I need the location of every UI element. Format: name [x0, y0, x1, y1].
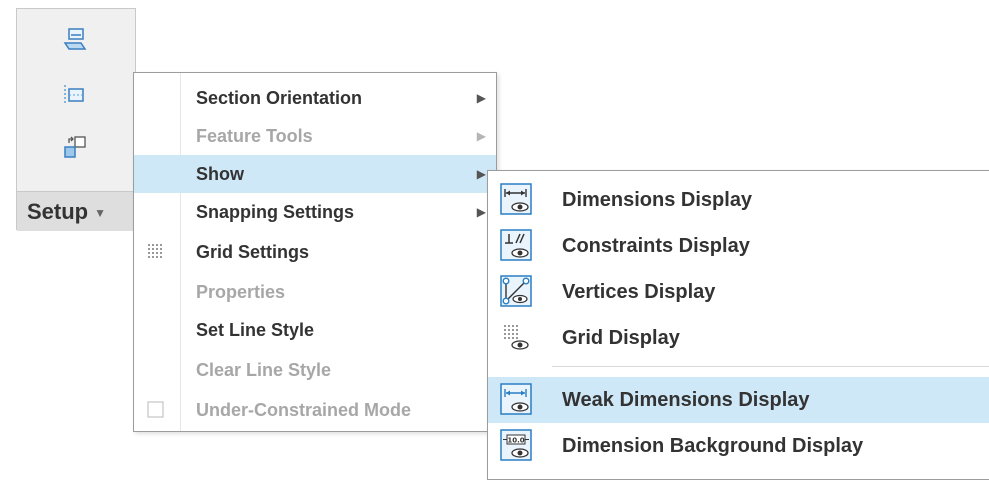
- sketch-view-icon: [64, 85, 84, 105]
- menu-item-label: Clear Line Style: [196, 359, 332, 380]
- sketch-plane-button[interactable]: [57, 21, 93, 57]
- menu-item-label: Feature Tools: [196, 125, 313, 146]
- setup-group-button[interactable]: Setup ▼: [17, 191, 135, 231]
- dimension-background-display-icon: 10.0: [500, 429, 532, 466]
- submenu-item-label: Dimensions Display: [562, 188, 753, 211]
- submenu-arrow-icon: ▶: [476, 129, 486, 143]
- submenu-item-dimension-background-display[interactable]: 10.0 Dimension Background Display: [488, 423, 989, 469]
- menu-item-label: Properties: [196, 281, 286, 302]
- svg-text:10.0: 10.0: [507, 437, 524, 445]
- ribbon-group-setup: Setup ▼: [16, 8, 136, 231]
- sketch-view-button[interactable]: [57, 77, 93, 113]
- menu-item-label: Set Line Style: [196, 319, 315, 340]
- sketch-plane-icon: [63, 28, 87, 50]
- submenu-item-label: Constraints Display: [562, 234, 750, 257]
- menu-item-label: Snapping Settings: [196, 201, 355, 222]
- grid-display-icon: [500, 321, 532, 358]
- menu-item-show[interactable]: Show ▶: [134, 155, 496, 193]
- grid-dots-icon: [147, 243, 165, 266]
- submenu-item-label: Grid Display: [562, 326, 680, 349]
- submenu-item-label: Vertices Display: [562, 280, 716, 303]
- menu-item-feature-tools: Feature Tools ▶: [134, 117, 496, 155]
- menu-item-grid-settings[interactable]: Grid Settings: [134, 233, 496, 271]
- submenu-item-label: Weak Dimensions Display: [562, 388, 810, 411]
- submenu-item-grid-display[interactable]: Grid Display: [488, 315, 989, 361]
- menu-item-label: Under-Constrained Mode: [196, 399, 412, 420]
- submenu-arrow-icon: ▶: [476, 205, 486, 219]
- menu-item-clear-line-style: Clear Line Style: [134, 351, 496, 389]
- submenu-item-label: Dimension Background Display: [562, 434, 864, 457]
- submenu-item-vertices-display[interactable]: Vertices Display: [488, 269, 989, 315]
- menu-item-label: Show: [196, 163, 244, 184]
- reference-button[interactable]: [57, 129, 93, 165]
- submenu-separator: [552, 366, 989, 367]
- show-submenu: Dimensions Display Constraints Display V…: [487, 170, 989, 480]
- constraints-display-icon: [500, 229, 532, 266]
- menu-item-set-line-style[interactable]: Set Line Style: [134, 311, 496, 349]
- submenu-item-constraints-display[interactable]: Constraints Display: [488, 223, 989, 269]
- chevron-down-icon: ▼: [94, 205, 107, 220]
- checkbox-icon: [147, 401, 165, 424]
- submenu-item-weak-dimensions-display[interactable]: Weak Dimensions Display: [488, 377, 989, 423]
- menu-item-under-constrained-mode: Under-Constrained Mode: [134, 391, 496, 429]
- submenu-item-dimensions-display[interactable]: Dimensions Display: [488, 177, 989, 223]
- menu-item-section-orientation[interactable]: Section Orientation ▶: [134, 79, 496, 117]
- vertices-display-icon: [500, 275, 532, 312]
- weak-dimensions-display-icon: [500, 383, 532, 420]
- submenu-arrow-icon: ▶: [476, 167, 486, 181]
- submenu-arrow-icon: ▶: [476, 91, 486, 105]
- reference-icon: [64, 136, 86, 158]
- menu-item-label: Grid Settings: [196, 241, 310, 262]
- dimensions-display-icon: [500, 183, 532, 220]
- menu-item-snapping-settings[interactable]: Snapping Settings ▶: [134, 193, 496, 231]
- menu-item-label: Section Orientation: [196, 87, 363, 108]
- setup-label: Setup: [27, 198, 89, 224]
- sketch-context-menu: Section Orientation ▶ Feature Tools ▶ Sh…: [133, 72, 497, 432]
- menu-item-properties: Properties: [134, 273, 496, 311]
